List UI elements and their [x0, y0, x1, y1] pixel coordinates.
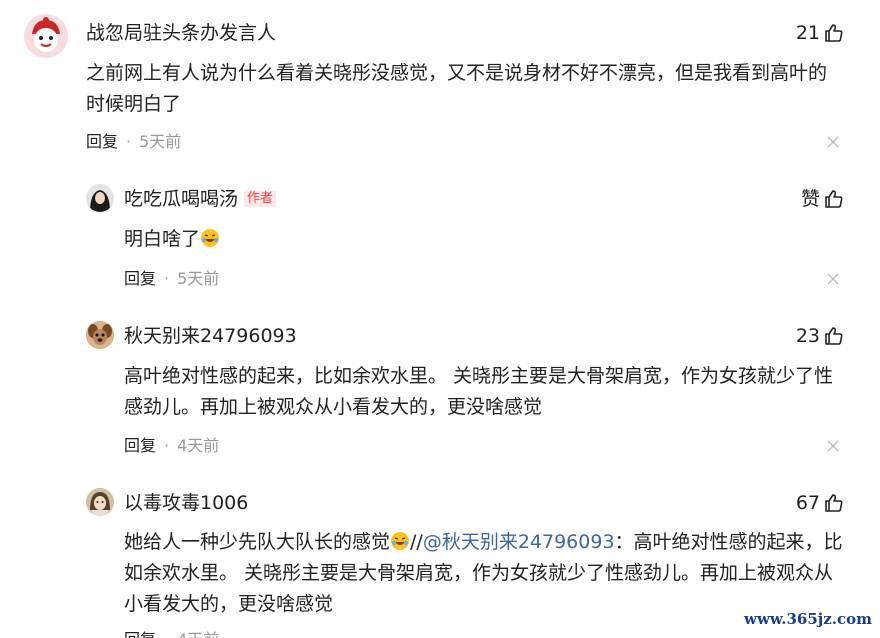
like-count: 21	[795, 22, 820, 44]
separator-dot: ·	[126, 132, 132, 151]
comment-meta: 回复 · 4天前	[124, 436, 219, 456]
like-button[interactable]: 赞	[801, 187, 844, 211]
commenter-name-text: 吃吃瓜喝喝汤	[124, 188, 239, 210]
mention-link[interactable]: @秋天别来24796093	[423, 531, 615, 553]
red-mascot-avatar-icon[interactable]	[24, 14, 68, 58]
author-badge: 作者	[244, 191, 277, 207]
reply-button[interactable]: 回复	[124, 269, 156, 289]
like-button[interactable]: 67	[796, 491, 844, 515]
comment-text: 之前网上有人说为什么看着关晓彤没感觉，又不是说身材不好不漂亮，但是我看到高叶的时…	[86, 62, 828, 115]
comment-time: 5天前	[139, 132, 182, 151]
like-button[interactable]: 23	[796, 324, 844, 348]
commenter-name[interactable]: 吃吃瓜喝喝汤 作者	[124, 187, 277, 211]
woman-portrait-avatar-icon[interactable]	[86, 184, 114, 212]
comment-text: 明白啥了	[124, 224, 844, 255]
commenter-name[interactable]: 以毒攻毒1006	[124, 491, 248, 515]
like-button[interactable]: 21	[796, 21, 844, 45]
rofl-emoji-icon	[200, 227, 220, 247]
comment-time: 5天前	[177, 269, 220, 288]
forward-separator: //	[410, 531, 423, 553]
comment-meta: 回复 · 5天前	[124, 269, 219, 289]
thumbs-up-icon	[824, 189, 844, 209]
commenter-name[interactable]: 秋天别来24796093	[124, 324, 297, 348]
reply-button[interactable]: 回复	[124, 630, 156, 638]
separator-dot: ·	[164, 630, 169, 638]
close-icon[interactable]	[826, 135, 840, 149]
like-count: 赞	[800, 188, 820, 210]
like-count: 23	[795, 325, 820, 347]
rofl-emoji-icon	[390, 530, 410, 550]
comment-text: 高叶绝对性感的起来，比如余欢水里。 关晓彤主要是大骨架肩宽，作为女孩就少了性感劲…	[124, 365, 834, 418]
thumbs-up-icon	[824, 326, 844, 346]
dog-avatar-icon[interactable]	[86, 321, 114, 349]
comment-time: 4天前	[177, 436, 220, 455]
comment-text-body: 明白啥了	[124, 228, 201, 250]
reply-button[interactable]: 回复	[124, 436, 156, 456]
close-icon[interactable]	[826, 439, 840, 453]
close-icon[interactable]	[826, 272, 840, 286]
separator-dot: ·	[164, 436, 170, 455]
girl-avatar-icon[interactable]	[86, 488, 114, 516]
comment-list-page: 战忽局驻头条办发言人 21 之前网上有人说为什么看着关晓彤没感觉，又不是说身材不…	[0, 0, 880, 638]
comment-text: 她给人一种少先队大队长的感觉//@秋天别来24796093：高叶绝对性感的起来，…	[124, 527, 844, 620]
separator-dot: ·	[164, 269, 170, 288]
comment-meta: 回复 · 4天前	[124, 630, 219, 638]
reply-button[interactable]: 回复	[86, 132, 118, 152]
comment-text-part1: 她给人一种少先队大队长的感觉	[124, 531, 391, 553]
like-count: 67	[795, 492, 820, 514]
watermark: www.365jz.com	[744, 610, 872, 628]
comment-time: 4天前	[177, 630, 219, 638]
commenter-name[interactable]: 战忽局驻头条办发言人	[86, 21, 276, 45]
thumbs-up-icon	[824, 23, 844, 43]
comment-meta: 回复 · 5天前	[86, 132, 181, 152]
thumbs-up-icon	[824, 493, 844, 513]
